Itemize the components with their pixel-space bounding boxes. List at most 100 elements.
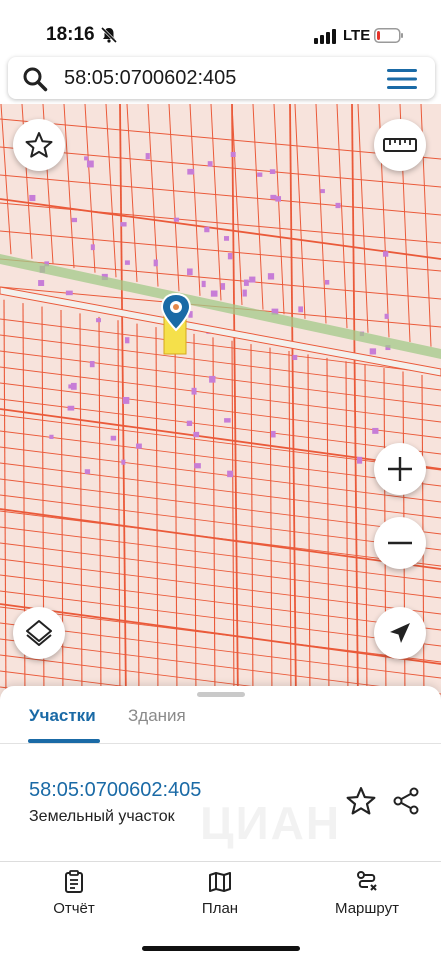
tab-divider [0,743,441,744]
building-marker [324,279,330,285]
zoom-out-button[interactable] [374,517,426,569]
building-marker [269,169,276,174]
parcel-boundary [119,104,127,704]
building-marker [193,431,200,438]
building-marker [86,160,94,168]
watermark: ЦИАН [200,797,342,849]
parcel-boundary [0,558,441,615]
building-marker [220,283,226,290]
parcel-boundary [0,478,441,535]
parcel-boundary [326,357,330,704]
hamburger-menu-icon[interactable] [386,67,418,91]
nav-plan-label: План [201,900,239,917]
navigation-arrow-icon [387,620,413,646]
parcel-boundary [0,318,441,375]
parcel-boundary [351,104,359,704]
building-marker [209,375,216,383]
building-markers [29,151,391,478]
parcel-boundary [336,104,348,329]
tab-parcels[interactable]: Участки [29,706,96,726]
building-marker [145,153,150,160]
building-marker [227,253,233,260]
parcel-boundary [168,104,180,292]
parcel-boundary [63,104,75,269]
nav-route[interactable]: Маршрут [307,870,427,930]
building-marker [191,387,197,395]
building-marker [207,161,213,167]
locate-button[interactable] [374,607,426,659]
nav-route-label: Маршрут [335,900,399,917]
favorite-parcel-button[interactable] [346,786,380,820]
tab-buildings[interactable]: Здания [128,706,186,726]
building-marker [186,420,193,426]
share-icon [391,787,421,820]
parcel-boundary [0,398,441,455]
parcel-boundary [189,104,201,296]
building-marker [320,189,325,194]
building-marker [204,226,210,233]
building-marker [372,427,379,434]
building-marker [96,318,101,323]
search-input[interactable] [64,66,364,90]
zoom-in-button[interactable] [374,443,426,495]
parcel-boundary [0,366,441,423]
building-marker [242,289,247,297]
ruler-button[interactable] [374,119,426,171]
nav-report-label: Отчёт [53,900,95,917]
network-label: LTE [343,27,371,44]
building-marker [243,279,249,286]
bell-slash-icon [100,26,118,44]
parcel-type: Земельный участок [29,808,175,825]
parcel-boundary [273,104,285,315]
bottom-sheet[interactable]: Участки Здания ЦИАН 58:05:0700602:405 Зе… [0,686,441,861]
parcel-boundary [98,316,102,704]
nav-report[interactable]: Отчёт [14,870,134,930]
map-canvas[interactable] [0,104,441,704]
building-marker [71,217,78,223]
parcel-number[interactable]: 58:05:0700602:405 [29,779,201,802]
search-bar[interactable] [8,57,435,99]
building-marker [110,435,117,441]
nav-plan[interactable]: План [160,870,280,930]
building-marker [153,259,158,267]
parcel-grid [0,104,441,704]
parcel-boundary [231,340,235,704]
building-marker [384,313,389,319]
parcel-boundary [147,104,159,287]
search-icon[interactable] [22,66,48,92]
building-marker [298,306,304,313]
parcel-boundary [155,327,159,704]
layers-icon [24,618,54,648]
building-marker [224,418,231,423]
building-marker [382,251,389,257]
sheet-drag-handle[interactable] [197,692,245,697]
parcel-boundary [79,313,83,704]
building-marker [121,459,126,465]
favorite-button[interactable] [13,119,65,171]
home-indicator [142,946,300,951]
building-marker [84,156,89,161]
building-marker [187,268,193,276]
parcel-boundary [3,299,7,704]
building-marker [67,405,75,411]
layers-button[interactable] [13,607,65,659]
parcel-boundary [345,361,349,704]
building-marker [369,348,377,355]
cadastral-map[interactable] [0,104,441,704]
star-outline-icon [25,131,53,159]
status-bar: 18:16 LTE [0,0,441,56]
plus-icon [385,454,415,484]
building-marker [125,337,130,344]
share-button[interactable] [391,786,425,820]
parcel-boundary [0,574,441,631]
battery-icon [374,28,404,43]
building-marker [227,470,234,478]
report-icon [14,870,134,894]
building-marker [89,360,95,368]
parcel-boundary [315,104,327,324]
building-marker [122,396,130,404]
building-marker [65,290,73,296]
parcel-boundary [105,104,117,278]
parcel-boundary [288,351,292,704]
building-marker [270,430,276,438]
